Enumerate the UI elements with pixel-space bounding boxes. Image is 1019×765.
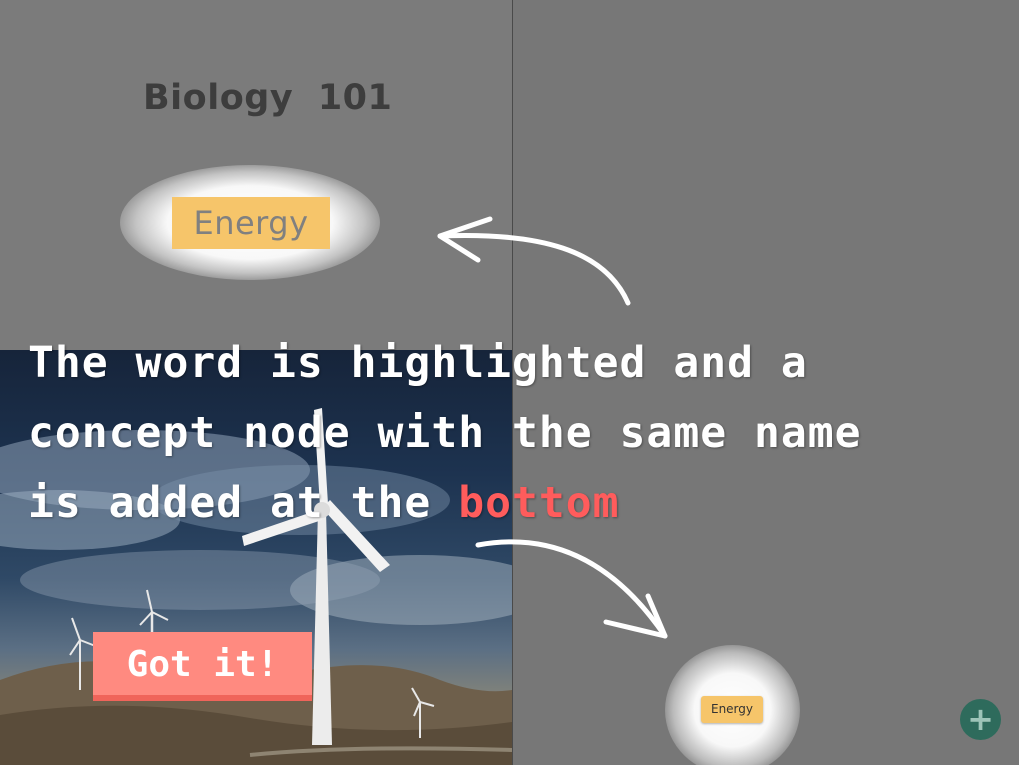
tutorial-line-3-text: is added at the <box>28 478 459 528</box>
tutorial-accent-word: bottom <box>458 478 620 528</box>
document-pane: Biology 101 Energy <box>0 0 512 350</box>
tutorial-message: The word is highlighted and a concept no… <box>28 328 1018 538</box>
concept-node[interactable]: Energy <box>701 696 763 723</box>
tutorial-line-2: concept node with the same name <box>28 408 862 458</box>
highlighted-word[interactable]: Energy <box>172 197 330 249</box>
tutorial-screen: Biology 101 Energy Energy + The word is … <box>0 0 1019 765</box>
add-node-button[interactable]: + <box>960 699 1001 740</box>
got-it-button[interactable]: Got it! <box>93 632 312 701</box>
tutorial-line-1: The word is highlighted and a <box>28 338 808 388</box>
document-title: Biology 101 <box>143 78 393 118</box>
tutorial-line-3: is added at the bottom <box>28 468 1018 538</box>
